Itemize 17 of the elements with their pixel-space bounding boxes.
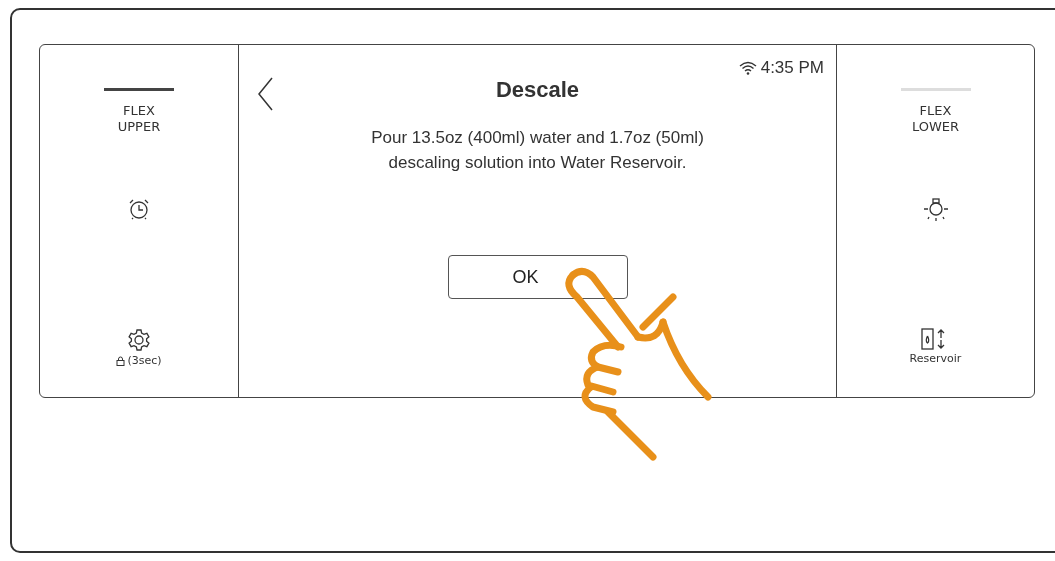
- zone-label[interactable]: FLEX UPPER: [117, 103, 161, 135]
- ok-button[interactable]: OK: [447, 255, 628, 299]
- instruction-text: Pour 13.5oz (400ml) water and 1.7oz (50ml) descaling solution into Water Reservoir.: [371, 127, 704, 174]
- lock-icon: [116, 355, 126, 366]
- alarm-clock-icon: [128, 198, 150, 220]
- settings-button[interactable]: (3sec): [116, 328, 162, 367]
- light-bulb-icon: [922, 198, 949, 222]
- back-button[interactable]: [257, 77, 273, 113]
- back-chevron-icon: [257, 77, 273, 111]
- zone-label[interactable]: FLEX LOWER: [911, 103, 960, 135]
- button-label: Reservoir: [909, 352, 962, 365]
- reservoir-button[interactable]: Reservoir: [909, 328, 962, 365]
- status-time: 4:35 PM: [760, 58, 824, 78]
- wifi-icon: [738, 61, 757, 75]
- screen-title: Descale: [495, 77, 580, 103]
- button-label: (3sec): [127, 354, 162, 367]
- gear-icon: [127, 328, 151, 352]
